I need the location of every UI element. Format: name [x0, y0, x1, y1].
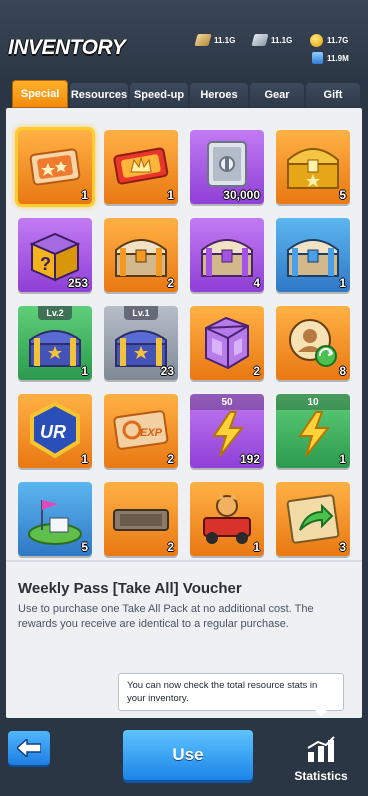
- item-count: 1: [81, 364, 88, 378]
- item-map-card[interactable]: 3: [276, 482, 350, 556]
- item-exp-ticket[interactable]: EXP 2: [104, 394, 178, 468]
- oil-icon: [312, 52, 323, 64]
- resource-iron-value: 11.1G: [271, 35, 293, 45]
- item-count: 1: [167, 188, 174, 202]
- item-silver-safe[interactable]: 30,000: [190, 130, 264, 204]
- statistics-label: Statistics: [294, 769, 348, 783]
- item-weekly-pass-voucher[interactable]: 1: [18, 130, 92, 204]
- item-count: 1: [253, 540, 260, 554]
- svg-text:?: ?: [40, 254, 51, 274]
- item-gold-chest[interactable]: 5: [276, 130, 350, 204]
- item-count: 2: [167, 276, 174, 290]
- item-count: 1: [339, 276, 346, 290]
- level-badge: Lv.1: [124, 306, 158, 320]
- resource-wood: 11.1G: [194, 33, 236, 47]
- resource-wood-value: 11.1G: [214, 35, 236, 45]
- item-purple-chest[interactable]: 4: [190, 218, 264, 292]
- item-count: 2: [253, 364, 260, 378]
- item-level-2-chest[interactable]: Lv.2 1: [18, 306, 92, 380]
- item-hero-swap[interactable]: 8: [276, 306, 350, 380]
- item-orange-chest[interactable]: 2: [104, 218, 178, 292]
- item-energy-50[interactable]: 50 192: [190, 394, 264, 468]
- item-purple-crate[interactable]: 2: [190, 306, 264, 380]
- item-count: 2: [167, 452, 174, 466]
- item-count: 3: [339, 540, 346, 554]
- item-nameplate[interactable]: 2: [104, 482, 178, 556]
- header-bar: INVENTORY 11.1G 11.1G 11.7G 11.9M: [0, 0, 368, 80]
- item-detail-description: Use to purchase one Take All Pack at no …: [18, 603, 314, 630]
- item-level-1-chest[interactable]: Lv.1 23: [104, 306, 178, 380]
- item-dog-vehicle[interactable]: 1: [190, 482, 264, 556]
- item-count: 8: [339, 364, 346, 378]
- back-button[interactable]: [8, 731, 50, 765]
- iron-icon: [251, 34, 269, 46]
- item-count: 4: [253, 276, 260, 290]
- inventory-panel: 1 1 30,000 5 ? 253 2 4 1 Lv.2 1 Lv.1 23 …: [6, 108, 362, 718]
- statistics-button[interactable]: Statistics: [282, 736, 360, 786]
- item-ur-badge[interactable]: UR 1: [18, 394, 92, 468]
- wood-icon: [194, 34, 212, 46]
- item-count: 253: [67, 276, 88, 290]
- resource-oil-value: 11.9M: [327, 53, 349, 63]
- svg-text:UR: UR: [40, 422, 66, 442]
- item-count: 1: [339, 452, 346, 466]
- item-count: 1: [81, 452, 88, 466]
- item-count: 30,000: [223, 188, 260, 202]
- divider: [6, 560, 362, 562]
- item-energy-10[interactable]: 10 1: [276, 394, 350, 468]
- tab-gear[interactable]: Gear: [250, 83, 304, 107]
- tab-resources[interactable]: Resources: [70, 83, 128, 107]
- resource-gold: 11.7G: [310, 33, 348, 47]
- category-tabs: Special Resources Speed-up Heroes Gear G…: [6, 80, 362, 108]
- resource-oil: 11.9M: [312, 51, 349, 65]
- tab-speed-up[interactable]: Speed-up: [130, 83, 188, 107]
- item-count: 5: [81, 540, 88, 554]
- item-blue-chest[interactable]: 1: [276, 218, 350, 292]
- svg-text:EXP: EXP: [140, 427, 163, 439]
- item-count: 23: [160, 364, 174, 378]
- item-crown-ticket[interactable]: 1: [104, 130, 178, 204]
- item-base-flag[interactable]: 5: [18, 482, 92, 556]
- level-badge: Lv.2: [38, 306, 72, 320]
- item-grid: 1 1 30,000 5 ? 253 2 4 1 Lv.2 1 Lv.1 23 …: [6, 108, 362, 560]
- gold-coin-icon: [310, 33, 323, 47]
- tab-gift[interactable]: Gift: [306, 83, 360, 107]
- item-count: 1: [81, 188, 88, 202]
- statistics-tooltip: You can now check the total resource sta…: [118, 673, 344, 717]
- page-title: INVENTORY: [8, 36, 126, 59]
- resource-gold-value: 11.7G: [327, 35, 349, 45]
- item-count: 192: [239, 452, 260, 466]
- tab-heroes[interactable]: Heroes: [190, 83, 248, 107]
- item-count: 2: [167, 540, 174, 554]
- back-arrow-icon: [17, 739, 41, 757]
- item-detail-title: Weekly Pass [Take All] Voucher: [18, 580, 242, 597]
- item-mystery-box[interactable]: ? 253: [18, 218, 92, 292]
- item-count: 5: [339, 188, 346, 202]
- use-button[interactable]: Use: [123, 730, 253, 780]
- statistics-chart-icon: [307, 736, 335, 762]
- tab-special[interactable]: Special: [12, 80, 68, 108]
- resource-iron: 11.1G: [251, 33, 293, 47]
